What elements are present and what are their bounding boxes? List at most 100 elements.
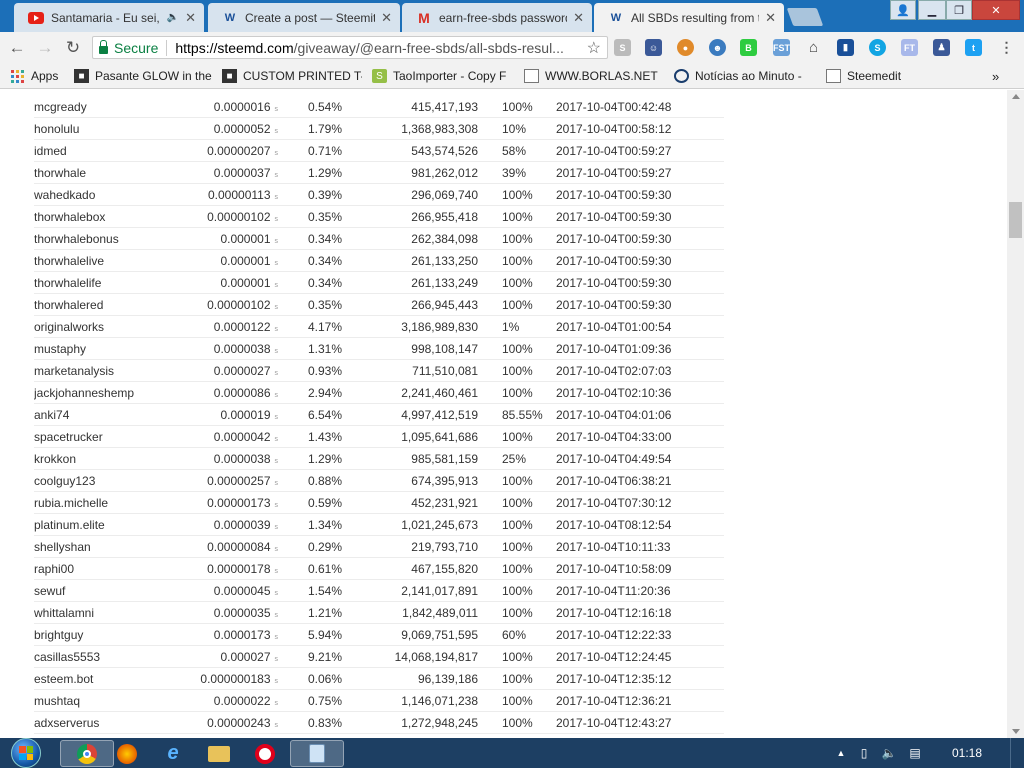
- forward-arrow-icon[interactable]: →: [34, 37, 56, 59]
- cookie-icon[interactable]: ●: [677, 39, 694, 56]
- reload-icon[interactable]: ↻: [62, 37, 84, 59]
- cell-username[interactable]: thorwhalelife: [34, 276, 204, 290]
- cell-username[interactable]: mcgready: [34, 100, 204, 114]
- close-window-button[interactable]: ✕: [972, 0, 1020, 20]
- bookmark-icon[interactable]: ▮: [837, 39, 854, 56]
- cell-username[interactable]: krokkon: [34, 452, 204, 466]
- cell-percent: 1.21%: [308, 606, 343, 620]
- cell-username[interactable]: rubia.michelle: [34, 496, 204, 510]
- tab-all-sbds[interactable]: W All SBDs resulting from tl ✕: [594, 3, 784, 32]
- user-circle-icon[interactable]: ☻: [709, 39, 726, 56]
- cell-username[interactable]: coolguy123: [34, 474, 204, 488]
- cell-username[interactable]: thorwhalebonus: [34, 232, 204, 246]
- close-tab-icon[interactable]: ✕: [573, 10, 584, 26]
- bookmark-borlas[interactable]: WWW.BORLAS.NET: [524, 68, 664, 84]
- cell-username[interactable]: shellyshan: [34, 540, 204, 554]
- minimize-button[interactable]: ▁: [918, 0, 946, 20]
- more-bookmarks-icon[interactable]: »: [992, 68, 1008, 84]
- cell-timestamp: 2017-10-04T01:00:54: [556, 320, 672, 334]
- cell-weight: 100%: [502, 386, 533, 400]
- table-row: spacetrucker 1.43% 1,095,641,686 100% 2017-1…: [34, 426, 724, 448]
- cell-weight: 100%: [502, 606, 533, 620]
- cell-username[interactable]: thorwhalered: [34, 298, 204, 312]
- taskbar-notepad[interactable]: [290, 740, 344, 767]
- sbd-value: 0.0000038: [213, 452, 271, 466]
- skype-icon[interactable]: S: [869, 39, 886, 56]
- cell-username[interactable]: jackjohanneshemp: [34, 386, 204, 400]
- bookmark-noticias[interactable]: Notícias ao Minuto -: [674, 68, 814, 84]
- cell-username[interactable]: esteem.bot: [34, 672, 204, 686]
- close-tab-icon[interactable]: ✕: [381, 10, 392, 26]
- new-tab-button[interactable]: [786, 8, 824, 26]
- cell-username[interactable]: thorwhalebox: [34, 210, 204, 224]
- shopify-icon: S: [372, 69, 387, 83]
- action-center-icon[interactable]: ▯: [856, 744, 872, 762]
- close-tab-icon[interactable]: ✕: [185, 10, 196, 26]
- network-icon[interactable]: ▤: [906, 744, 924, 762]
- volume-icon[interactable]: 🔈: [880, 744, 898, 762]
- page-scrollbar[interactable]: [1007, 90, 1024, 738]
- cell-username[interactable]: anki74: [34, 408, 204, 422]
- cell-username[interactable]: mushtaq: [34, 694, 204, 708]
- taskbar-opera[interactable]: [238, 740, 292, 767]
- close-tab-icon[interactable]: ✕: [765, 10, 776, 26]
- cell-username[interactable]: idmed: [34, 144, 204, 158]
- twitter-icon[interactable]: t: [965, 39, 982, 56]
- bookmark-label: TaoImporter - Copy F: [393, 69, 507, 83]
- address-bar[interactable]: Secure https://steemd.com /giveaway/@ear…: [92, 36, 608, 59]
- gmail-icon: M: [418, 9, 430, 26]
- sbd-unit: s: [274, 260, 279, 267]
- cell-username[interactable]: thorwhalelive: [34, 254, 204, 268]
- ft-extension-icon[interactable]: FT: [901, 39, 918, 56]
- scroll-down-arrow-icon[interactable]: [1012, 729, 1020, 734]
- scroll-up-arrow-icon[interactable]: [1012, 94, 1020, 99]
- skype-grey-icon[interactable]: S: [614, 39, 631, 56]
- taskbar-clock[interactable]: 01:18: [952, 746, 982, 760]
- cell-username[interactable]: originalworks: [34, 320, 204, 334]
- menu-kebab-icon[interactable]: ⋮: [998, 39, 1015, 56]
- firefox-icon: [117, 743, 137, 764]
- scrollbar-thumb[interactable]: [1009, 202, 1022, 238]
- cell-username[interactable]: whittalamni: [34, 606, 204, 620]
- cell-username[interactable]: honolulu: [34, 122, 204, 136]
- cell-username[interactable]: adxserverus: [34, 716, 204, 730]
- cell-username[interactable]: mustaphy: [34, 342, 204, 356]
- cell-username[interactable]: marketanalysis: [34, 364, 204, 378]
- cell-vests: 2,141,017,891: [401, 584, 478, 598]
- contacts-icon[interactable]: ☺: [645, 39, 662, 56]
- tab-youtube[interactable]: Santamaria - Eu sei, tu 🔈 ✕: [14, 3, 204, 32]
- bookmark-pasante[interactable]: ■ Pasante GLOW in the: [74, 68, 214, 84]
- show-hidden-icons-icon[interactable]: ▲: [834, 744, 848, 762]
- group-icon[interactable]: ♟: [933, 39, 950, 56]
- bookmark-steemedit[interactable]: Steemedit: [826, 68, 926, 84]
- cell-username[interactable]: platinum.elite: [34, 518, 204, 532]
- start-button[interactable]: [6, 738, 46, 768]
- sbd-value: 0.00000173: [207, 496, 271, 510]
- tab-gmail[interactable]: M earn-free-sbds password ✕: [402, 3, 592, 32]
- bookmark-apps[interactable]: Apps: [10, 68, 70, 84]
- home-icon[interactable]: ⌂: [805, 39, 822, 56]
- cell-username[interactable]: raphi00: [34, 562, 204, 576]
- show-desktop-button[interactable]: [1010, 738, 1024, 768]
- user-profile-icon[interactable]: 👤: [890, 0, 916, 20]
- tab-create-post[interactable]: W Create a post — Steemit ✕: [208, 3, 400, 32]
- b-extension-icon[interactable]: B: [740, 39, 757, 56]
- bookmarks-bar: Apps ■ Pasante GLOW in the ■ CUSTOM PRIN…: [0, 63, 1024, 89]
- cell-username[interactable]: sewuf: [34, 584, 204, 598]
- bookmark-custom-printed[interactable]: ■ CUSTOM PRINTED T-: [222, 68, 362, 84]
- back-arrow-icon[interactable]: ←: [6, 37, 28, 59]
- cell-username[interactable]: wahedkado: [34, 188, 204, 202]
- cell-weight: 10%: [502, 122, 527, 136]
- cell-username[interactable]: brightguy: [34, 628, 204, 642]
- cell-username[interactable]: casillas5553: [34, 650, 204, 664]
- fst-extension-icon[interactable]: FST: [773, 39, 790, 56]
- sbd-value: 0.0000016: [213, 100, 271, 114]
- cell-username[interactable]: thorwhale: [34, 166, 204, 180]
- cell-vests: 1,842,489,011: [402, 606, 478, 620]
- maximize-button[interactable]: ❐: [946, 0, 972, 20]
- bookmark-label: Pasante GLOW in the: [95, 69, 212, 83]
- cell-username[interactable]: spacetrucker: [34, 430, 204, 444]
- bookmark-star-icon[interactable]: ☆: [587, 38, 601, 58]
- chrome-icon: [77, 743, 97, 764]
- bookmark-taoimporter[interactable]: S TaoImporter - Copy F: [372, 68, 512, 84]
